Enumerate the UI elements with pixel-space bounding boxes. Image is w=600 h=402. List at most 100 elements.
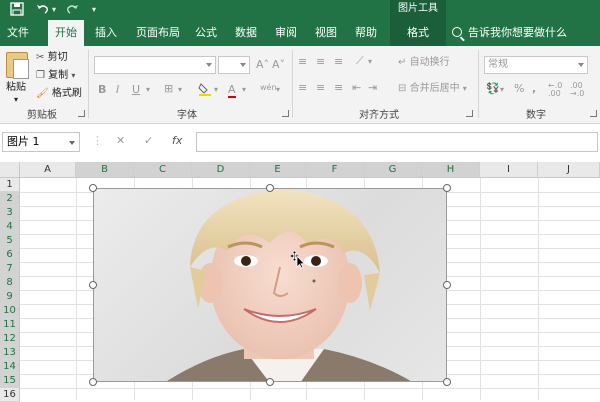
merge-dropdown-icon[interactable]: ▾ bbox=[463, 84, 467, 93]
inserted-picture[interactable] bbox=[93, 188, 447, 382]
redo-icon[interactable] bbox=[66, 2, 78, 20]
tab-page-layout[interactable]: 页面布局 bbox=[130, 20, 186, 46]
font-color-dropdown-icon[interactable]: ▾ bbox=[242, 84, 246, 96]
row-header-12[interactable]: 12 bbox=[0, 332, 20, 346]
row-header-1[interactable]: 1 bbox=[0, 178, 20, 192]
row-header-13[interactable]: 13 bbox=[0, 346, 20, 360]
orientation-icon[interactable]: ⟋ bbox=[356, 55, 364, 67]
font-size-combo[interactable] bbox=[218, 56, 250, 74]
align-middle-icon[interactable]: ≡ bbox=[316, 56, 325, 68]
enter-button[interactable]: ✓ bbox=[144, 134, 153, 147]
row-header-4[interactable]: 4 bbox=[0, 220, 20, 234]
row-header-11[interactable]: 11 bbox=[0, 318, 20, 332]
font-launcher-icon[interactable] bbox=[282, 110, 289, 117]
column-header-h[interactable]: H bbox=[422, 162, 480, 178]
tab-file[interactable]: 文件 bbox=[0, 20, 36, 46]
decrease-decimal-icon[interactable]: .00 →.0 bbox=[570, 82, 584, 98]
resize-handle-top-right[interactable] bbox=[443, 184, 451, 192]
select-all-corner[interactable] bbox=[0, 162, 20, 178]
increase-decimal-icon[interactable]: ←.0.00 bbox=[548, 82, 562, 98]
tab-review[interactable]: 审阅 bbox=[268, 20, 304, 46]
font-color-button[interactable]: A bbox=[228, 84, 236, 98]
increase-indent-icon[interactable]: ⇥ bbox=[368, 82, 377, 94]
column-header-g[interactable]: G bbox=[364, 162, 422, 178]
formula-input[interactable] bbox=[196, 132, 598, 152]
tab-home[interactable]: 开始 bbox=[48, 20, 84, 46]
align-bottom-icon[interactable]: ≡ bbox=[334, 56, 343, 68]
resize-handle-left[interactable] bbox=[89, 281, 97, 289]
merge-center-button[interactable]: ⊟ 合并后居中 ▾ bbox=[398, 83, 467, 95]
row-header-9[interactable]: 9 bbox=[0, 290, 20, 304]
save-icon[interactable] bbox=[10, 2, 24, 20]
tab-format[interactable]: 格式 bbox=[390, 20, 446, 46]
paste-dropdown-icon[interactable]: ▾ bbox=[14, 94, 18, 106]
row-header-3[interactable]: 3 bbox=[0, 206, 20, 220]
row-header-2[interactable]: 2 bbox=[0, 192, 20, 206]
fill-color-dropdown-icon[interactable]: ▾ bbox=[214, 84, 218, 96]
tab-help[interactable]: 帮助 bbox=[348, 20, 384, 46]
comma-style-button[interactable]: , bbox=[532, 83, 536, 95]
font-name-combo[interactable] bbox=[94, 56, 216, 74]
phonetic-button[interactable]: wén bbox=[260, 82, 277, 94]
tab-insert[interactable]: 插入 bbox=[88, 20, 124, 46]
insert-function-button[interactable]: fx bbox=[172, 134, 182, 147]
decrease-indent-icon[interactable]: ⇤ bbox=[352, 82, 361, 94]
resize-handle-bottom[interactable] bbox=[266, 378, 274, 386]
percent-button[interactable]: % bbox=[514, 83, 524, 95]
column-header-b[interactable]: B bbox=[76, 162, 134, 178]
resize-handle-bottom-right[interactable] bbox=[443, 378, 451, 386]
resize-handle-bottom-left[interactable] bbox=[89, 378, 97, 386]
accounting-dropdown-icon[interactable]: ▾ bbox=[500, 84, 504, 96]
row-header-15[interactable]: 15 bbox=[0, 374, 20, 388]
row-header-6[interactable]: 6 bbox=[0, 248, 20, 262]
row-header-7[interactable]: 7 bbox=[0, 262, 20, 276]
paste-button[interactable]: 粘贴 bbox=[6, 82, 26, 94]
copy-button[interactable]: ❐ 复制 ▾ bbox=[36, 70, 75, 82]
grow-font-button[interactable]: A˄ bbox=[256, 59, 269, 71]
paste-icon[interactable] bbox=[6, 52, 29, 79]
format-painter-button[interactable]: 🖌 格式刷 bbox=[36, 88, 82, 100]
tab-formulas[interactable]: 公式 bbox=[188, 20, 224, 46]
row-header-8[interactable]: 8 bbox=[0, 276, 20, 290]
column-header-a[interactable]: A bbox=[20, 162, 76, 178]
tab-view[interactable]: 视图 bbox=[308, 20, 344, 46]
align-top-icon[interactable]: ≡ bbox=[298, 56, 307, 68]
column-header-c[interactable]: C bbox=[134, 162, 192, 178]
undo-dropdown-icon[interactable]: ▾ bbox=[52, 2, 56, 18]
tab-data[interactable]: 数据 bbox=[228, 20, 264, 46]
column-header-d[interactable]: D bbox=[192, 162, 250, 178]
underline-dropdown-icon[interactable]: ▾ bbox=[146, 84, 150, 96]
number-format-combo[interactable]: 常规 bbox=[484, 56, 588, 74]
resize-handle-right[interactable] bbox=[443, 281, 451, 289]
borders-icon[interactable]: ⊞ bbox=[164, 83, 173, 95]
column-header-e[interactable]: E bbox=[250, 162, 306, 178]
customize-qat-icon[interactable]: ▾ bbox=[92, 2, 96, 18]
row-header-14[interactable]: 14 bbox=[0, 360, 20, 374]
number-launcher-icon[interactable] bbox=[590, 110, 597, 117]
align-right-icon[interactable]: ≡ bbox=[334, 82, 343, 94]
cancel-button[interactable]: ✕ bbox=[116, 134, 125, 147]
bold-button[interactable]: B bbox=[98, 84, 106, 96]
orientation-dropdown-icon[interactable]: ▾ bbox=[368, 56, 372, 68]
alignment-launcher-icon[interactable] bbox=[466, 110, 473, 117]
column-header-f[interactable]: F bbox=[306, 162, 364, 178]
fill-color-icon[interactable] bbox=[198, 82, 212, 99]
wrap-text-button[interactable]: ↵ 自动换行 bbox=[398, 57, 450, 69]
italic-button[interactable]: I bbox=[116, 84, 119, 96]
name-box[interactable]: 图片 1 bbox=[2, 132, 80, 152]
row-header-10[interactable]: 10 bbox=[0, 304, 20, 318]
resize-handle-top[interactable] bbox=[266, 184, 274, 192]
column-header-i[interactable]: I bbox=[480, 162, 538, 178]
tell-me-search[interactable]: 告诉我你想要做什么 bbox=[452, 20, 567, 46]
phonetic-dropdown-icon[interactable]: ▾ bbox=[276, 84, 280, 96]
resize-handle-top-left[interactable] bbox=[89, 184, 97, 192]
clipboard-launcher-icon[interactable] bbox=[78, 110, 85, 117]
row-header-5[interactable]: 5 bbox=[0, 234, 20, 248]
column-header-j[interactable]: J bbox=[538, 162, 600, 178]
align-left-icon[interactable]: ≡ bbox=[298, 82, 307, 94]
align-center-icon[interactable]: ≡ bbox=[316, 82, 325, 94]
underline-button[interactable]: U bbox=[132, 84, 140, 96]
copy-dropdown-icon[interactable]: ▾ bbox=[71, 71, 75, 80]
undo-icon[interactable] bbox=[36, 2, 50, 20]
shrink-font-button[interactable]: A˅ bbox=[272, 59, 285, 71]
